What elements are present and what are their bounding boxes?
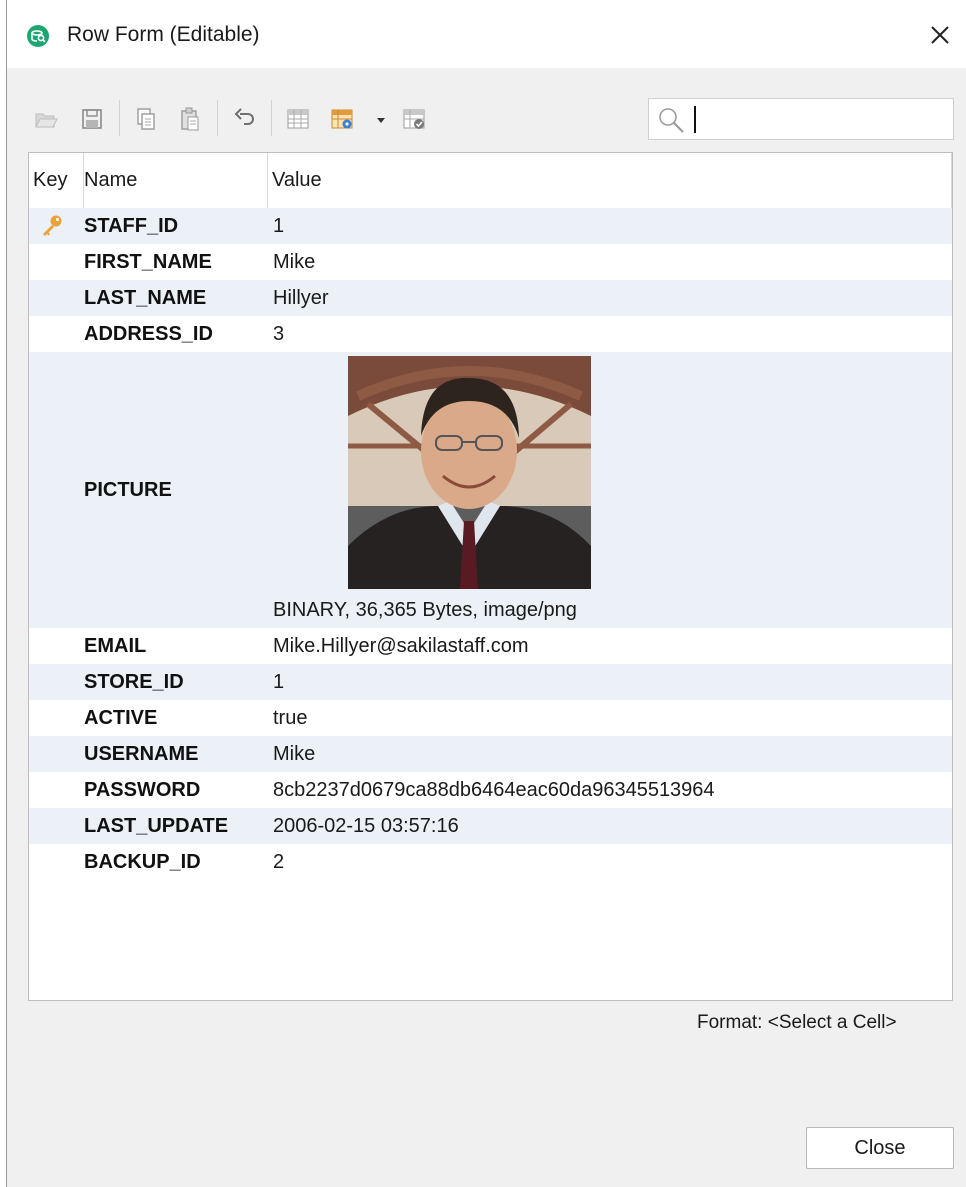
field-value[interactable]: 3 [273, 316, 284, 352]
column-header-key[interactable]: Key [29, 153, 84, 208]
field-value[interactable]: Hillyer [273, 280, 329, 316]
field-value[interactable]: true [273, 700, 307, 736]
save-icon[interactable] [79, 106, 105, 132]
field-name: PICTURE [84, 479, 172, 501]
grid-header: Key Name Value [29, 153, 952, 209]
field-name: LAST_UPDATE [84, 815, 229, 837]
column-header-value[interactable]: Value [268, 153, 952, 208]
record-grid[interactable]: Key Name Value STAFF_ID 1 FIRST_NAME Mike LA… [28, 152, 953, 1001]
field-name: EMAIL [84, 635, 147, 657]
field-value[interactable]: Mike [273, 244, 315, 280]
table-row[interactable]: STORE_ID 1 [29, 664, 952, 700]
field-name: LAST_NAME [84, 287, 207, 309]
field-value[interactable]: BINARY, 36,365 Bytes, image/png [273, 592, 577, 628]
title-bar: Row Form (Editable) [7, 0, 966, 68]
field-name: ACTIVE [84, 707, 158, 729]
text-cursor [694, 106, 696, 133]
field-name: FIRST_NAME [84, 251, 212, 273]
table-row[interactable]: LAST_NAME Hillyer [29, 280, 952, 316]
paste-icon[interactable] [177, 106, 203, 132]
table-row[interactable]: STAFF_ID 1 [29, 208, 952, 244]
table-row[interactable]: PICTURE BINARY, 36,365 Bytes, image/png [29, 352, 952, 628]
field-name: ADDRESS_ID [84, 323, 213, 345]
window-title: Row Form (Editable) [67, 23, 260, 46]
primary-key-icon [43, 215, 62, 236]
field-value[interactable]: 2006-02-15 03:57:16 [273, 808, 459, 844]
field-value[interactable]: 8cb2237d0679ca88db6464eac60da96345513964 [273, 772, 715, 808]
field-name: PASSWORD [84, 779, 201, 801]
table-row[interactable]: ACTIVE true [29, 700, 952, 736]
undo-icon[interactable] [231, 106, 257, 132]
open-folder-icon[interactable] [33, 106, 59, 132]
row-form-dialog: Row Form (Editable) Key Name Value STAFF… [6, 0, 966, 1187]
staff-photo[interactable] [348, 356, 591, 589]
table-row[interactable]: BACKUP_ID 2 [29, 844, 952, 880]
close-window-button[interactable] [927, 22, 953, 48]
grid-settings-icon[interactable] [329, 106, 355, 132]
table-row[interactable]: LAST_UPDATE 2006-02-15 03:57:16 [29, 808, 952, 844]
app-icon [27, 25, 49, 47]
field-name: STORE_ID [84, 671, 184, 693]
table-row[interactable]: EMAIL Mike.Hillyer@sakilastaff.com [29, 628, 952, 664]
dropdown-arrow-icon[interactable] [373, 106, 389, 132]
column-header-name[interactable]: Name [84, 153, 268, 208]
grid-view-icon[interactable] [285, 106, 311, 132]
table-row[interactable]: PASSWORD 8cb2237d0679ca88db6464eac60da963… [29, 772, 952, 808]
field-value[interactable]: 2 [273, 844, 284, 880]
field-value[interactable]: Mike [273, 736, 315, 772]
table-row[interactable]: USERNAME Mike [29, 736, 952, 772]
field-value[interactable]: 1 [273, 664, 284, 700]
table-row[interactable]: FIRST_NAME Mike [29, 244, 952, 280]
field-name: USERNAME [84, 743, 199, 765]
field-name: STAFF_ID [84, 215, 179, 237]
format-status: Format: <Select a Cell> [697, 1012, 897, 1033]
search-box[interactable] [648, 98, 954, 140]
table-row[interactable]: ADDRESS_ID 3 [29, 316, 952, 352]
field-name: BACKUP_ID [84, 851, 201, 873]
field-value[interactable]: Mike.Hillyer@sakilastaff.com [273, 628, 529, 664]
toolbar [7, 68, 966, 152]
search-icon [659, 108, 684, 133]
copy-icon[interactable] [133, 106, 159, 132]
toolbar-separator [271, 100, 272, 136]
toolbar-separator [217, 100, 218, 136]
close-icon [931, 26, 949, 44]
field-value[interactable]: 1 [273, 208, 284, 244]
search-input[interactable] [693, 105, 943, 133]
toolbar-separator [119, 100, 120, 136]
close-button[interactable]: Close [806, 1127, 954, 1169]
grid-check-icon[interactable] [401, 106, 427, 132]
